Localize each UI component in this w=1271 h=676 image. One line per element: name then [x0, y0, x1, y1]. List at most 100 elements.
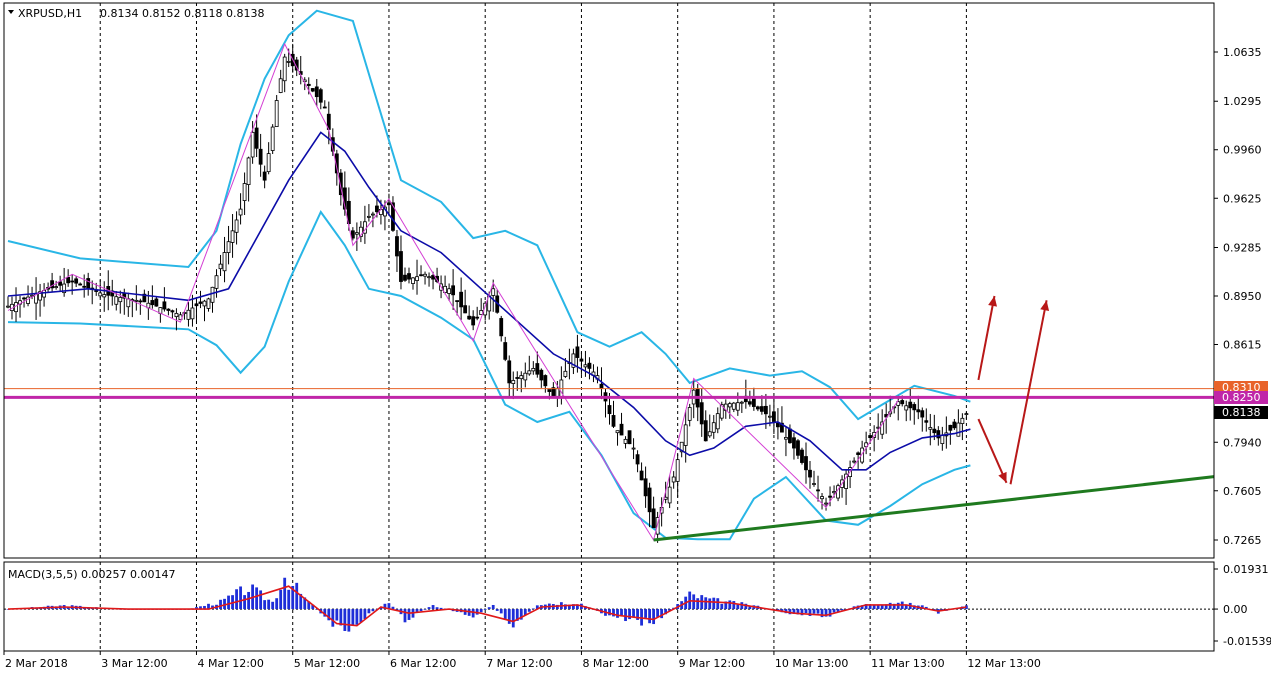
candle-body	[511, 380, 516, 384]
candle-body	[535, 363, 540, 375]
macd-histogram-bar	[644, 609, 647, 618]
candle-body	[162, 301, 167, 310]
candle-body	[755, 406, 760, 410]
candle-body	[78, 283, 83, 286]
macd-histogram-bar	[355, 609, 359, 625]
candle-body	[768, 415, 772, 418]
macd-histogram-bar	[483, 609, 487, 610]
candle-body	[310, 88, 315, 92]
candle-body	[523, 372, 528, 381]
macd-histogram-bar	[295, 582, 299, 610]
macd-histogram-bar	[235, 589, 238, 610]
macd-histogram-bar	[279, 589, 283, 610]
macd-y-tick-label: -0.01539	[1223, 635, 1271, 648]
candle-body	[707, 431, 712, 437]
candle-body	[354, 232, 359, 235]
candle-body	[322, 106, 327, 109]
candle-body	[956, 422, 961, 437]
candle-body	[270, 126, 275, 151]
x-tick-label: 12 Mar 13:00	[967, 657, 1040, 670]
candle-body	[639, 470, 644, 481]
macd-histogram-bar	[624, 609, 627, 622]
candle-body	[908, 401, 913, 409]
chart-canvas[interactable]: 1.0635 1.0295 0.9960 0.9625 0.9285 0.8950 0.86…	[0, 0, 1271, 676]
macd-histogram-bar	[431, 605, 435, 610]
macd-histogram-bar	[427, 607, 431, 610]
candle-body	[964, 413, 969, 415]
candle-body	[519, 375, 524, 380]
candle-body	[366, 215, 371, 218]
candle-body	[940, 434, 945, 445]
candle-body	[226, 241, 231, 253]
candle-body	[134, 299, 139, 302]
macd-histogram-bar	[712, 597, 716, 610]
candle-body	[54, 286, 59, 288]
candle-body	[924, 420, 929, 423]
candle-body	[463, 305, 468, 314]
candle-body	[507, 360, 512, 384]
x-tick-label: 10 Mar 13:00	[775, 657, 848, 670]
candle-body	[411, 277, 415, 284]
macd-histogram-bar	[239, 586, 242, 610]
macd-histogram-bar	[243, 595, 246, 610]
candle-body	[675, 459, 680, 482]
candle-body	[615, 430, 620, 434]
candle-body	[154, 298, 159, 307]
candle-body	[350, 230, 355, 239]
macd-histogram-bar	[736, 604, 740, 610]
current-price-text: 0.8138	[1222, 406, 1261, 419]
macd-histogram-bar	[435, 607, 439, 610]
candle-body	[812, 483, 816, 485]
candle-body	[258, 148, 263, 165]
macd-histogram-bar	[832, 609, 836, 613]
ohlc-readout: 0.8134 0.8152 0.8118 0.8138	[100, 7, 264, 20]
macd-histogram-bar	[704, 597, 708, 610]
x-tick-label: 11 Mar 13:00	[871, 657, 944, 670]
candle-body	[166, 308, 171, 311]
candle-body	[467, 315, 472, 320]
candle-body	[98, 292, 103, 297]
candle-body	[150, 300, 155, 306]
macd-histogram-bar	[660, 609, 664, 619]
macd-histogram-bar	[896, 602, 900, 610]
candle-body	[86, 278, 91, 289]
candle-body	[222, 252, 227, 272]
candle-body	[194, 303, 199, 307]
macd-histogram-bar	[479, 609, 483, 613]
candle-body	[627, 430, 632, 445]
y-tick-label: 0.7265	[1223, 534, 1262, 547]
macd-histogram-bar	[503, 609, 507, 620]
candle-body	[210, 286, 215, 303]
macd-histogram-bar	[359, 609, 363, 623]
candle-body	[174, 312, 179, 318]
candle-body	[587, 362, 592, 369]
candle-body	[447, 288, 452, 294]
candle-body	[74, 278, 79, 284]
candle-body	[314, 86, 319, 98]
candle-body	[539, 369, 544, 381]
candle-body	[607, 405, 612, 415]
candle-body	[459, 291, 464, 308]
macd-histogram-bar	[888, 602, 892, 610]
candle-body	[683, 424, 688, 446]
candle-body	[828, 495, 832, 498]
candle-body	[415, 276, 419, 281]
candle-body	[286, 61, 291, 63]
x-tick-label: 5 Mar 12:00	[294, 657, 360, 670]
macd-histogram-bar	[816, 609, 820, 614]
candle-body	[711, 422, 716, 433]
candle-body	[371, 213, 375, 216]
candle-body	[763, 405, 768, 415]
candle-body	[70, 280, 75, 283]
candle-body	[399, 251, 403, 282]
candle-body	[952, 421, 957, 429]
candle-body	[206, 298, 211, 309]
candle-body	[427, 276, 431, 279]
macd-y-tick-label: 0.01931	[1223, 563, 1269, 576]
macd-histogram-bar	[511, 609, 515, 628]
macd-histogram-bar	[335, 609, 339, 621]
candle-body	[563, 370, 568, 377]
level-badge-magenta-text: 0.8250	[1222, 391, 1261, 404]
macd-histogram-bar	[351, 609, 355, 627]
macd-histogram-bar	[267, 599, 271, 610]
